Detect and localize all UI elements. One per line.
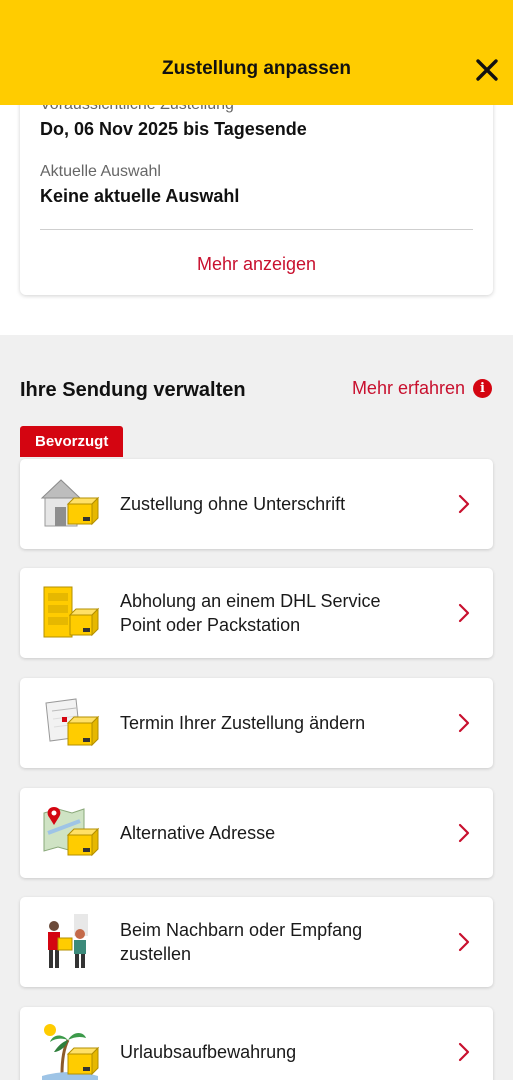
card-divider [40,229,473,230]
learn-more-link[interactable]: Mehr erfahren i [352,378,492,399]
current-selection-label: Aktuelle Auswahl [40,163,161,180]
chevron-right-icon [458,603,470,623]
preferred-badge: Bevorzugt [20,426,124,457]
option-pickup-service-point[interactable]: Abholung an einem DHL Service Point oder… [20,568,493,658]
learn-more-label: Mehr erfahren [351,378,465,398]
map-pin-parcel-icon [43,807,100,857]
section-title: Ihre Sendung verwalten [20,379,246,401]
chevron-right-icon [458,932,470,952]
manage-shipment-section: Ihre Sendung verwalten Mehr erfahren i B… [0,335,513,1080]
neighbour-handover-icon [48,914,88,968]
expected-delivery-value: Do, 06 Nov 2025 bis Tagesende [40,119,307,139]
option-label: Urlaubsaufbewahrung [120,1042,297,1062]
chevron-right-icon [458,823,470,843]
chevron-right-icon [458,494,470,514]
close-icon[interactable] [473,56,501,84]
option-holiday-storage[interactable]: Urlaubsaufbewahrung [20,1007,493,1080]
option-label: Zustellung ohne Unterschrift [120,494,346,514]
current-selection-value: Keine aktuelle Auswahl [40,186,240,206]
option-label: Beim Nachbarn oder Empfang zustellen [120,920,363,964]
chevron-right-icon [458,713,470,733]
option-label: Alternative Adresse [120,823,276,843]
header-bar: Zustellung anpassen [0,0,513,105]
house-with-parcel-icon [40,479,100,527]
packstation-icon [43,586,100,638]
chevron-right-icon [458,1042,470,1062]
option-no-signature[interactable]: Zustellung ohne Unterschrift [20,459,493,549]
palm-tree-parcel-icon [42,1024,100,1080]
show-more-link[interactable]: Mehr anzeigen [20,254,493,275]
option-label: Abholung an einem DHL Service Point oder… [120,591,381,635]
option-label: Termin Ihrer Zustellung ändern [120,713,366,733]
option-neighbour-or-reception[interactable]: Beim Nachbarn oder Empfang zustellen [20,897,493,987]
calendar-parcel-icon [45,698,100,747]
info-icon: i [473,379,492,398]
option-alternative-address[interactable]: Alternative Adresse [20,788,493,878]
page-title: Zustellung anpassen [162,58,351,79]
option-change-date[interactable]: Termin Ihrer Zustellung ändern [20,678,493,768]
